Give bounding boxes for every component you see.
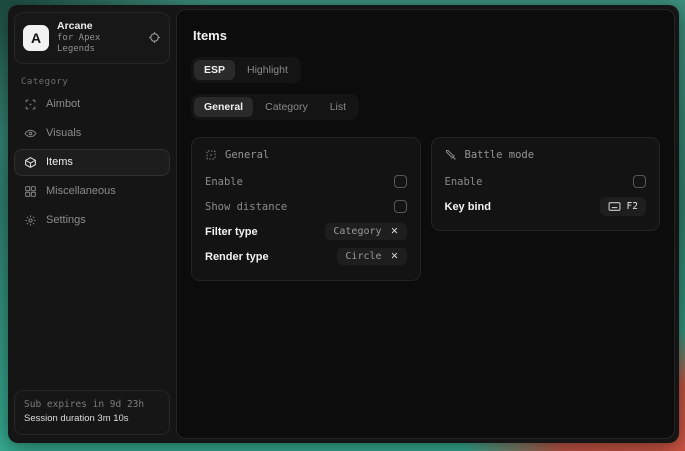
- show-distance-checkbox[interactable]: [394, 200, 407, 213]
- sidebar: A Arcane for Apex Legends Category: [8, 5, 176, 443]
- setting-label: Enable: [205, 176, 243, 188]
- sidebar-item-settings[interactable]: Settings: [14, 207, 170, 234]
- tab-esp[interactable]: ESP: [194, 60, 235, 80]
- card-title: Battle mode: [465, 149, 535, 161]
- category-section-label: Category: [21, 77, 170, 87]
- tab-category[interactable]: Category: [255, 97, 318, 117]
- setting-row-key-bind: Key bind F2: [445, 194, 647, 219]
- tab-list[interactable]: List: [320, 97, 356, 117]
- app-meta: Arcane for Apex Legends: [57, 20, 140, 56]
- subscription-info-card: Sub expires in 9d 23h Session duration 3…: [14, 390, 170, 435]
- card-title: General: [225, 149, 269, 161]
- keybind-button[interactable]: F2: [600, 197, 646, 216]
- crosshair-icon: [24, 98, 37, 111]
- sub-expires-text: Sub expires in 9d 23h: [24, 398, 160, 413]
- battle-mode-card: Battle mode Enable Key bind: [431, 137, 661, 231]
- app-window: A Arcane for Apex Legends Category: [8, 5, 679, 443]
- grid-icon: [24, 185, 37, 198]
- setting-row-filter-type: Filter type Category ✕: [205, 219, 407, 244]
- setting-label: Key bind: [445, 201, 491, 213]
- sidebar-item-aimbot[interactable]: Aimbot: [14, 91, 170, 118]
- sidebar-item-label: Items: [46, 156, 73, 168]
- sidebar-item-label: Visuals: [46, 127, 81, 139]
- sidebar-item-visuals[interactable]: Visuals: [14, 120, 170, 147]
- sidebar-item-label: Settings: [46, 214, 86, 226]
- eye-icon: [24, 127, 37, 140]
- main-panel: Items ESP Highlight General Category Lis…: [176, 9, 675, 439]
- setting-row-enable: Enable: [445, 169, 647, 194]
- battle-enable-checkbox[interactable]: [633, 175, 646, 188]
- crosshair-target-icon[interactable]: [148, 31, 161, 44]
- app-logo: A: [23, 25, 49, 51]
- keyboard-icon: [608, 200, 621, 213]
- sidebar-item-miscellaneous[interactable]: Miscellaneous: [14, 178, 170, 205]
- cube-icon: [24, 156, 37, 169]
- session-duration-text: Session duration 3m 10s: [24, 412, 160, 427]
- app-subtitle: for Apex Legends: [57, 33, 140, 56]
- setting-row-enable: Enable: [205, 169, 407, 194]
- sidebar-item-label: Aimbot: [46, 98, 80, 110]
- app-name: Arcane: [57, 20, 140, 33]
- setting-row-render-type: Render type Circle ✕: [205, 244, 407, 269]
- sidebar-item-items[interactable]: Items: [14, 149, 170, 176]
- general-card: General Enable Show distance Filter type…: [191, 137, 421, 281]
- setting-label: Show distance: [205, 201, 287, 213]
- sidebar-nav: Aimbot Visuals Items: [14, 91, 170, 234]
- enable-checkbox[interactable]: [394, 175, 407, 188]
- clear-icon[interactable]: ✕: [391, 252, 399, 262]
- setting-label: Enable: [445, 176, 483, 188]
- dotted-frame-icon: [205, 149, 217, 161]
- setting-label: Filter type: [205, 226, 258, 238]
- setting-label: Render type: [205, 251, 269, 263]
- gear-icon: [24, 214, 37, 227]
- setting-row-show-distance: Show distance: [205, 194, 407, 219]
- sword-icon: [445, 149, 457, 161]
- selected-value: Circle: [345, 251, 381, 262]
- mode-tabs: ESP Highlight: [191, 57, 301, 83]
- filter-type-select[interactable]: Category ✕: [325, 223, 406, 240]
- keybind-value: F2: [627, 201, 638, 212]
- tab-highlight[interactable]: Highlight: [237, 60, 298, 80]
- view-tabs: General Category List: [191, 94, 359, 120]
- tab-general[interactable]: General: [194, 97, 253, 117]
- selected-value: Category: [333, 226, 381, 237]
- render-type-select[interactable]: Circle ✕: [337, 248, 406, 265]
- sidebar-item-label: Miscellaneous: [46, 185, 116, 197]
- app-header-card: A Arcane for Apex Legends: [14, 12, 170, 64]
- page-title: Items: [193, 28, 660, 43]
- clear-icon[interactable]: ✕: [391, 227, 399, 237]
